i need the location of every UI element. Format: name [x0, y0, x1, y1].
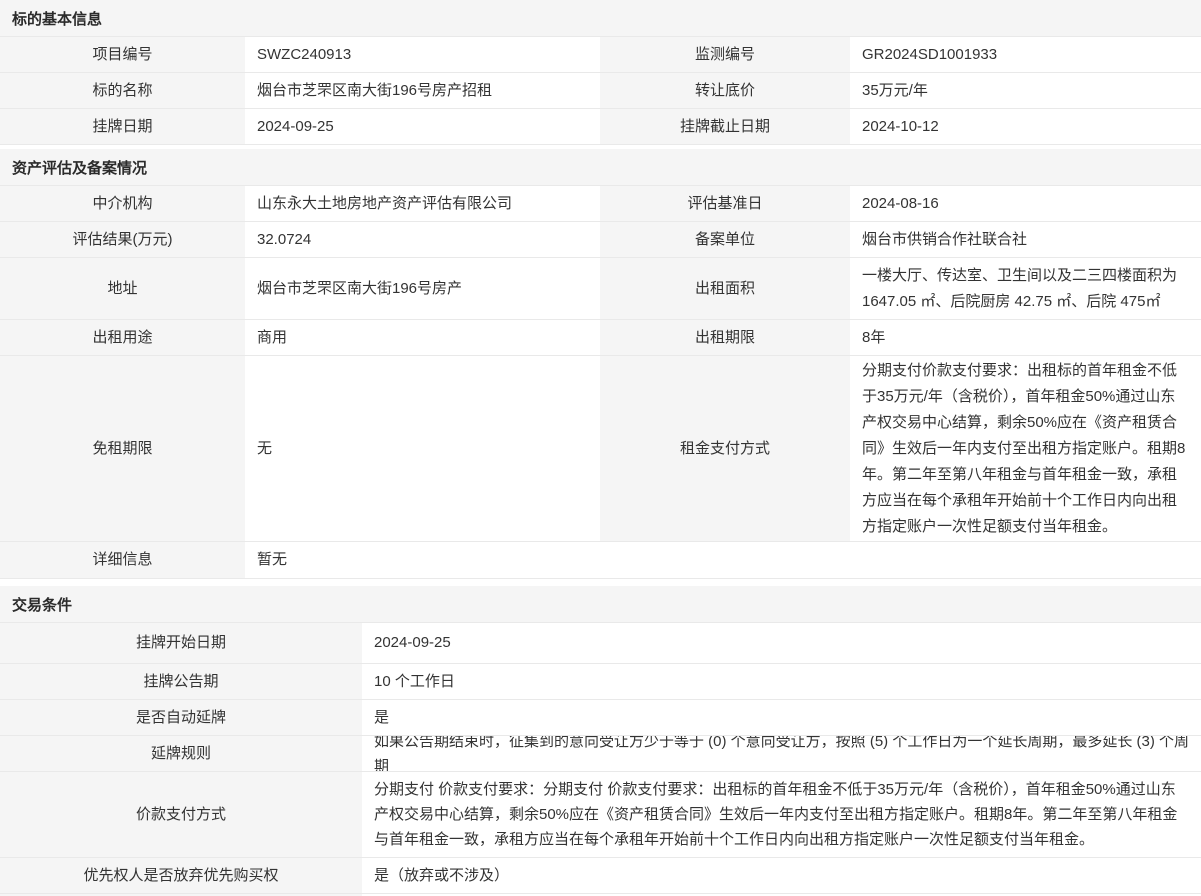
table-row: 标的名称 烟台市芝罘区南大街196号房产招租 转让底价 35万元/年 [0, 73, 1201, 109]
field-value: 山东永大土地房地产资产评估有限公司 [245, 186, 600, 221]
field-value: 烟台市供销合作社联合社 [850, 222, 1201, 257]
field-value: 2024-08-16 [850, 186, 1201, 221]
field-value: 商用 [245, 320, 600, 355]
field-label: 是否自动延牌 [0, 700, 362, 735]
table-row: 挂牌开始日期 2024-09-25 [0, 623, 1201, 664]
table-row: 项目编号 SWZC240913 监测编号 GR2024SD1001933 [0, 37, 1201, 73]
field-label: 转让底价 [600, 73, 850, 108]
field-value: 8年 [850, 320, 1201, 355]
field-label: 评估结果(万元) [0, 222, 245, 257]
field-label: 延牌规则 [0, 736, 362, 771]
field-label: 挂牌开始日期 [0, 623, 362, 663]
table-row: 详细信息 暂无 [0, 542, 1201, 579]
field-label: 项目编号 [0, 37, 245, 72]
field-label: 备案单位 [600, 222, 850, 257]
table-row: 出租用途 商用 出租期限 8年 [0, 320, 1201, 356]
field-value: 32.0724 [245, 222, 600, 257]
section-trade-conditions: 交易条件 挂牌开始日期 2024-09-25 挂牌公告期 10 个工作日 是否自… [0, 586, 1201, 896]
section-divider [0, 579, 1201, 586]
table-row: 挂牌日期 2024-09-25 挂牌截止日期 2024-10-12 [0, 109, 1201, 145]
table-row: 优先权人是否放弃优先购买权 是（放弃或不涉及） [0, 858, 1201, 894]
field-label: 租金支付方式 [600, 356, 850, 541]
table-row: 是否自动延牌 是 [0, 700, 1201, 736]
field-label: 评估基准日 [600, 186, 850, 221]
field-value: 2024-09-25 [362, 623, 1201, 663]
field-label: 出租期限 [600, 320, 850, 355]
field-value: GR2024SD1001933 [850, 37, 1201, 72]
field-value: 无 [245, 356, 600, 541]
field-value: 10 个工作日 [362, 664, 1201, 699]
field-value: 35万元/年 [850, 73, 1201, 108]
field-label: 中介机构 [0, 186, 245, 221]
field-label: 地址 [0, 258, 245, 319]
section-basic-info: 标的基本信息 项目编号 SWZC240913 监测编号 GR2024SD1001… [0, 0, 1201, 145]
field-value: 是（放弃或不涉及） [362, 858, 1201, 893]
field-label: 标的名称 [0, 73, 245, 108]
field-value: SWZC240913 [245, 37, 600, 72]
table-row: 评估结果(万元) 32.0724 备案单位 烟台市供销合作社联合社 [0, 222, 1201, 258]
table-row: 免租期限 无 租金支付方式 分期支付价款支付要求：出租标的首年租金不低于35万元… [0, 356, 1201, 542]
field-value: 暂无 [245, 542, 1201, 578]
field-label: 挂牌截止日期 [600, 109, 850, 144]
table-row: 价款支付方式 分期支付 价款支付要求：分期支付 价款支付要求：出租标的首年租金不… [0, 772, 1201, 858]
section-title: 资产评估及备案情况 [0, 149, 1201, 186]
field-value: 烟台市芝罘区南大街196号房产招租 [245, 73, 600, 108]
table-row: 地址 烟台市芝罘区南大街196号房产 出租面积 一楼大厅、传达室、卫生间以及二三… [0, 258, 1201, 320]
field-label: 出租面积 [600, 258, 850, 319]
table-row: 延牌规则 如果公告期结束时，征集到的意向受让方少于等于 (0) 个意向受让方，按… [0, 736, 1201, 772]
field-label: 出租用途 [0, 320, 245, 355]
field-label: 免租期限 [0, 356, 245, 541]
field-label: 详细信息 [0, 542, 245, 578]
field-value: 分期支付价款支付要求：出租标的首年租金不低于35万元/年（含税价），首年租金50… [850, 356, 1201, 541]
field-label: 监测编号 [600, 37, 850, 72]
field-value: 是 [362, 700, 1201, 735]
field-label: 挂牌日期 [0, 109, 245, 144]
field-value: 烟台市芝罘区南大街196号房产 [245, 258, 600, 319]
field-label: 挂牌公告期 [0, 664, 362, 699]
section-title: 标的基本信息 [0, 0, 1201, 37]
field-value: 分期支付 价款支付要求：分期支付 价款支付要求：出租标的首年租金不低于35万元/… [362, 772, 1201, 857]
table-row: 挂牌公告期 10 个工作日 [0, 664, 1201, 700]
table-row: 中介机构 山东永大土地房地产资产评估有限公司 评估基准日 2024-08-16 [0, 186, 1201, 222]
field-value: 如果公告期结束时，征集到的意向受让方少于等于 (0) 个意向受让方，按照 (5)… [362, 736, 1201, 771]
section-title: 交易条件 [0, 586, 1201, 623]
field-value: 2024-10-12 [850, 109, 1201, 144]
field-label: 价款支付方式 [0, 772, 362, 857]
section-asset-evaluation: 资产评估及备案情况 中介机构 山东永大土地房地产资产评估有限公司 评估基准日 2… [0, 149, 1201, 579]
field-value: 2024-09-25 [245, 109, 600, 144]
field-value: 一楼大厅、传达室、卫生间以及二三四楼面积为1647.05 ㎡、后院厨房 42.7… [850, 258, 1201, 319]
field-label: 优先权人是否放弃优先购买权 [0, 858, 362, 893]
